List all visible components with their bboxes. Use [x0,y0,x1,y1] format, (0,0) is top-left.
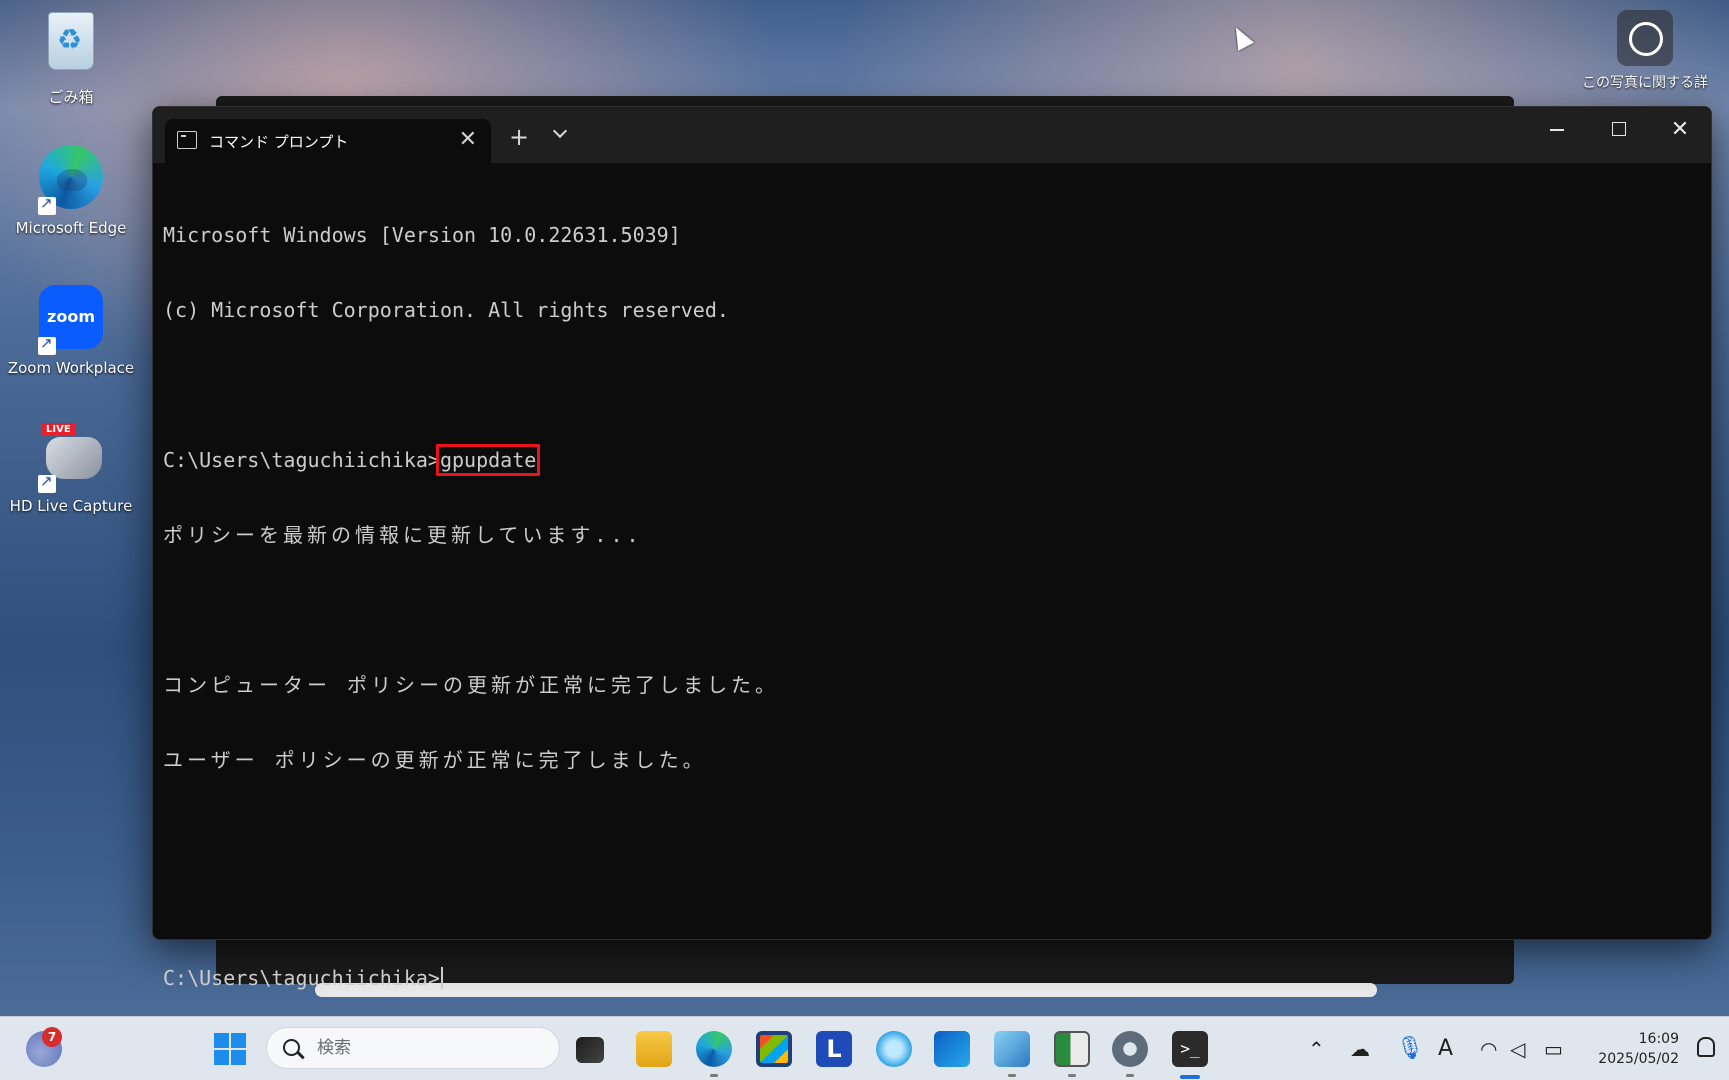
outlook-icon[interactable] [934,1031,970,1067]
taskbar-search-box[interactable]: 検索 [266,1027,560,1069]
task-app-icon[interactable] [1054,1031,1090,1067]
console-line: Microsoft Windows [Version 10.0.22631.50… [163,223,681,247]
browser-icon[interactable] [876,1031,912,1067]
active-app-indicator [1180,1075,1200,1079]
minimize-button[interactable] [1525,107,1587,153]
shortcut-arrow-icon [38,472,56,493]
desktop-icon-label: HD Live Capture [9,497,133,515]
taskbar: 7 検索 L >_ ⌃ ☁ 🎙 A ◠ ◁ ▭ 16:09 2025/05/02 [0,1016,1729,1080]
desktop-icon-label: ごみ箱 [48,88,94,106]
chevron-down-icon[interactable] [551,123,571,143]
console-line: ポリシーを最新の情報に更新しています... [163,523,643,547]
battery-icon[interactable]: ▭ [1544,1035,1563,1063]
clock[interactable]: 16:09 2025/05/02 [1598,1029,1679,1069]
wifi-icon[interactable]: ◠ [1480,1035,1497,1063]
explorer-folder-icon[interactable] [636,1031,672,1067]
file-manager-icon[interactable] [576,1037,604,1063]
terminal-window: コマンド プロンプト ✕ + ✕ Microsoft Windows [Vers… [152,106,1712,990]
onedrive-offline-icon[interactable]: ☁ [1350,1035,1370,1063]
recycle-bin-icon [48,12,94,70]
console-output[interactable]: Microsoft Windows [Version 10.0.22631.50… [163,173,1701,990]
terminal-icon[interactable]: >_ [1172,1031,1208,1067]
notification-bell-icon[interactable] [1697,1037,1715,1057]
search-icon [283,1039,300,1056]
search-placeholder: 検索 [317,1038,351,1058]
settings-icon[interactable] [1112,1031,1148,1067]
desktop-icon-label: Zoom Workplace [7,359,135,377]
store-icon[interactable] [756,1031,792,1067]
desktop-icon-edge[interactable]: Microsoft Edge [6,142,136,237]
tab-title: コマンド プロンプト [209,133,349,151]
live-badge: LIVE [42,423,75,436]
close-window-button[interactable]: ✕ [1649,107,1711,153]
l-app-icon[interactable]: L [816,1031,852,1067]
maximize-button[interactable] [1587,107,1649,153]
desktop-icon-recycle-bin[interactable]: ごみ箱 [6,6,136,107]
shortcut-arrow-icon [38,334,56,355]
photo-info-button[interactable]: この写真に関する詳 [1575,10,1715,92]
clock-date: 2025/05/02 [1598,1051,1679,1067]
console-icon [177,131,197,149]
console-input-line[interactable]: C:\Users\taguchiichika> [163,966,1701,991]
control-panel-icon[interactable] [994,1031,1030,1067]
new-tab-icon[interactable]: + [509,123,529,151]
chevron-up-icon[interactable]: ⌃ [1308,1035,1325,1063]
clock-time: 16:09 [1638,1031,1679,1047]
tab-command-prompt[interactable]: コマンド プロンプト ✕ [165,119,491,163]
title-bar[interactable]: コマンド プロンプト ✕ + ✕ [153,107,1711,163]
mouse-cursor-icon [1227,23,1255,51]
camera-icon [1617,10,1673,66]
console-line: コンピューター ポリシーの更新が正常に完了しました。 [163,673,780,697]
start-button[interactable] [214,1033,246,1065]
volume-icon[interactable]: ◁ [1510,1035,1525,1063]
shortcut-arrow-icon [38,194,56,215]
console-prompt: C:\Users\taguchiichika> [163,966,440,990]
desktop-icon-hd-live-capture[interactable]: LIVE HD Live Capture [6,420,136,515]
console-command-line: C:\Users\taguchiichika>gpupdate [163,444,1701,476]
text-caret [440,967,443,989]
photo-info-label: この写真に関する詳 [1582,75,1708,91]
microphone-icon[interactable]: 🎙 [1396,1035,1424,1063]
console-prompt: C:\Users\taguchiichika> [163,448,440,472]
command-highlight: gpupdate [435,444,541,476]
desktop-icon-label: Microsoft Edge [15,219,127,237]
console-line: (c) Microsoft Corporation. All rights re… [163,298,729,322]
console-line: ユーザー ポリシーの更新が正常に完了しました。 [163,748,707,772]
ime-mode-icon[interactable]: A [1438,1035,1453,1063]
edge-icon[interactable] [696,1031,732,1067]
desktop-icon-zoom[interactable]: zoom Zoom Workplace [6,282,136,377]
notification-badge: 7 [42,1027,62,1047]
tab-close-icon[interactable]: ✕ [459,127,477,152]
